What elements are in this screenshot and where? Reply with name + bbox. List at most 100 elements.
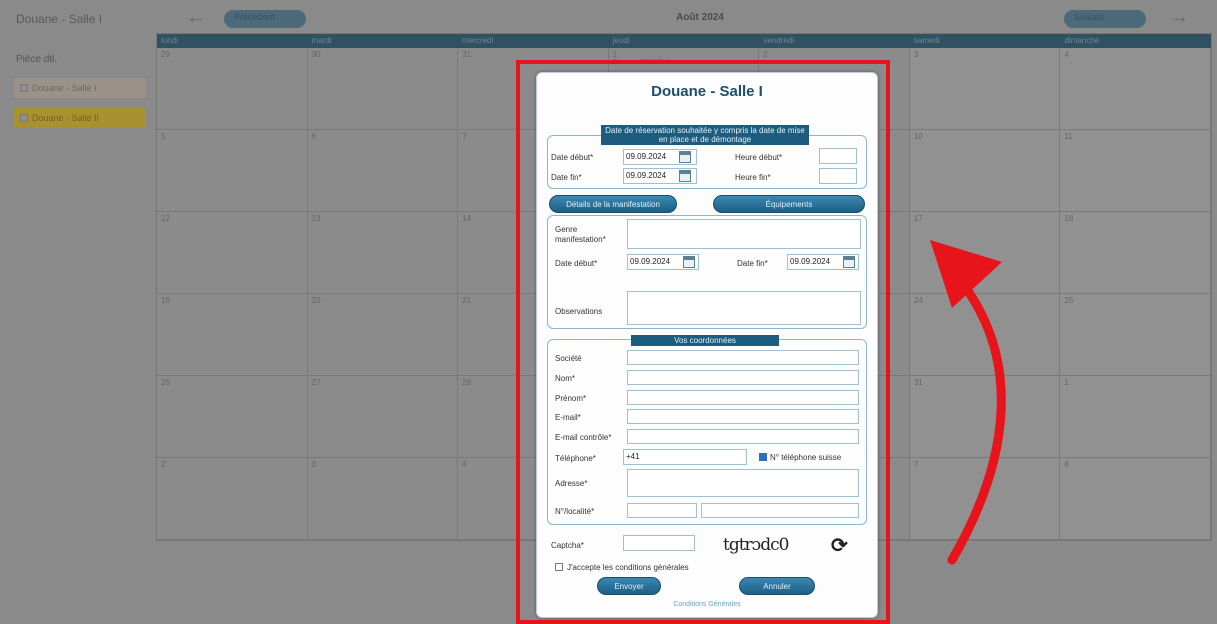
npa-label: N°/localité* xyxy=(555,507,595,516)
localite-input[interactable] xyxy=(701,503,859,518)
arrow-left-icon[interactable]: ← xyxy=(183,7,209,27)
details-tab-button[interactable]: Détails de la manifestation xyxy=(549,195,677,213)
day-number: 20 xyxy=(311,296,321,305)
email-confirm-input[interactable] xyxy=(627,429,859,444)
day-number: 10 xyxy=(913,132,923,141)
email-label: E-mail* xyxy=(555,413,581,422)
day-number: 17 xyxy=(913,214,923,223)
calendar-day-cell[interactable]: 3 xyxy=(909,48,1061,130)
calendar-day-cell[interactable]: 11 xyxy=(1060,130,1211,212)
observations-label: Observations xyxy=(555,307,603,316)
npa-input[interactable] xyxy=(627,503,697,518)
day-number: 24 xyxy=(913,296,923,305)
captcha-image: tgtrɔdc0 xyxy=(723,535,789,555)
calendar-day-cell[interactable]: 27 xyxy=(307,376,459,458)
day-number: 31 xyxy=(913,378,923,387)
dialog-title: Douane - Salle I xyxy=(651,83,763,100)
weekday-label: lundi xyxy=(161,36,178,45)
day-number: 1 xyxy=(1064,378,1069,387)
day-number: 2 xyxy=(161,460,166,469)
day-number: 14 xyxy=(462,214,472,223)
calendar-icon[interactable] xyxy=(683,256,695,268)
calendar-day-cell[interactable]: 13 xyxy=(307,212,459,294)
day-number: 6 xyxy=(311,132,317,141)
dates-legend: Date de réservation souhaitée y compris … xyxy=(601,125,809,145)
calendar-icon[interactable] xyxy=(679,170,691,182)
calendar-icon[interactable] xyxy=(679,151,691,163)
day-number: 18 xyxy=(1064,214,1074,223)
calendar-day-cell[interactable]: 12 xyxy=(157,212,308,294)
email-input[interactable] xyxy=(627,409,859,424)
send-button[interactable]: Envoyer xyxy=(597,577,661,595)
arrow-right-icon[interactable]: → xyxy=(1166,7,1192,27)
day-number: 8 xyxy=(1064,460,1069,469)
equipements-tab-button[interactable]: Équipements xyxy=(713,195,865,213)
sidebar-item-label: Douane - Salle II xyxy=(32,113,100,123)
telephone-label: Téléphone* xyxy=(555,454,596,463)
telephone-input[interactable]: +41 xyxy=(623,449,747,465)
heure-fin-input[interactable] xyxy=(819,168,857,184)
month-title: Août 2024 xyxy=(676,12,724,23)
calendar-day-cell[interactable]: 19 xyxy=(157,294,308,376)
day-number: 25 xyxy=(1064,296,1074,305)
observations-textarea[interactable] xyxy=(627,291,861,325)
day-number: 7 xyxy=(913,460,919,469)
accept-conditions-label: J'accepte les conditions générales xyxy=(567,563,689,572)
calendar-day-cell[interactable]: 4 xyxy=(1060,48,1211,130)
reservation-dialog: Douane - Salle I Date de réservation sou… xyxy=(536,72,878,618)
calendar-icon[interactable] xyxy=(843,256,855,268)
nom-input[interactable] xyxy=(627,370,859,385)
calendar-day-cell[interactable]: 30 xyxy=(307,48,459,130)
calendar-day-cell[interactable]: 6 xyxy=(307,130,459,212)
calendar-day-cell[interactable]: 29 xyxy=(157,48,308,130)
accept-conditions-checkbox[interactable] xyxy=(555,563,563,571)
adresse-label: Adresse* xyxy=(555,479,588,488)
color-swatch-icon xyxy=(20,114,28,122)
detail-date-debut-label: Date début* xyxy=(555,259,598,268)
genre-label: Genre manifestation* xyxy=(555,225,606,244)
day-number: 4 xyxy=(1064,50,1069,59)
refresh-captcha-icon[interactable]: ⟳ xyxy=(831,536,849,556)
adresse-textarea[interactable] xyxy=(627,469,859,497)
cancel-button[interactable]: Annuler xyxy=(739,577,815,595)
day-number: 28 xyxy=(462,378,472,387)
societe-input[interactable] xyxy=(627,350,859,365)
coordinates-legend: Vos coordonnées xyxy=(631,335,779,346)
day-number: 31 xyxy=(462,50,472,59)
calendar-day-cell[interactable]: 20 xyxy=(307,294,459,376)
day-number: 26 xyxy=(161,378,170,387)
societe-label: Société xyxy=(555,354,582,363)
calendar-day-cell[interactable]: 5 xyxy=(157,130,308,212)
heure-debut-input[interactable] xyxy=(819,148,857,164)
email-confirm-label: E-mail contrôle* xyxy=(555,433,612,442)
day-number: 12 xyxy=(161,214,170,223)
calendar-day-cell[interactable]: 18 xyxy=(1060,212,1211,294)
calendar-day-cell[interactable]: 3 xyxy=(307,458,459,540)
heure-debut-label: Heure début* xyxy=(735,153,783,162)
weekday-label: jeudi xyxy=(612,36,630,45)
swiss-phone-checkbox[interactable] xyxy=(759,453,767,461)
day-number: 19 xyxy=(161,296,170,305)
prenom-label: Prénom* xyxy=(555,394,587,403)
next-button[interactable]: Suivant xyxy=(1064,10,1146,28)
calendar-day-cell[interactable]: 8 xyxy=(1060,458,1211,540)
previous-button[interactable]: Précédent xyxy=(224,10,306,28)
calendar-day-cell[interactable]: 10 xyxy=(909,130,1061,212)
conditions-link[interactable]: Conditions Générales xyxy=(537,601,877,608)
calendar-day-cell[interactable]: 1 xyxy=(1060,376,1211,458)
weekday-label: dimanche xyxy=(1064,36,1100,45)
day-number: 1 xyxy=(612,50,618,59)
calendar-day-cell[interactable]: 26 xyxy=(157,376,308,458)
weekday-label: mercredi xyxy=(462,36,494,45)
calendar-day-cell[interactable]: 25 xyxy=(1060,294,1211,376)
day-number: 11 xyxy=(1064,132,1073,141)
prenom-input[interactable] xyxy=(627,390,859,405)
sidebar-item-salle-2[interactable]: Douane - Salle II xyxy=(14,108,146,128)
weekday-header: lundi mardi mercredi jeudi vendredi same… xyxy=(157,34,1211,48)
calendar-day-cell[interactable]: 2 xyxy=(157,458,308,540)
genre-input[interactable] xyxy=(627,219,861,249)
captcha-input[interactable] xyxy=(623,535,695,551)
day-number: 5 xyxy=(161,132,166,141)
heure-fin-label: Heure fin* xyxy=(735,173,771,182)
sidebar-item-salle-1[interactable]: Douane - Salle I xyxy=(14,78,146,98)
